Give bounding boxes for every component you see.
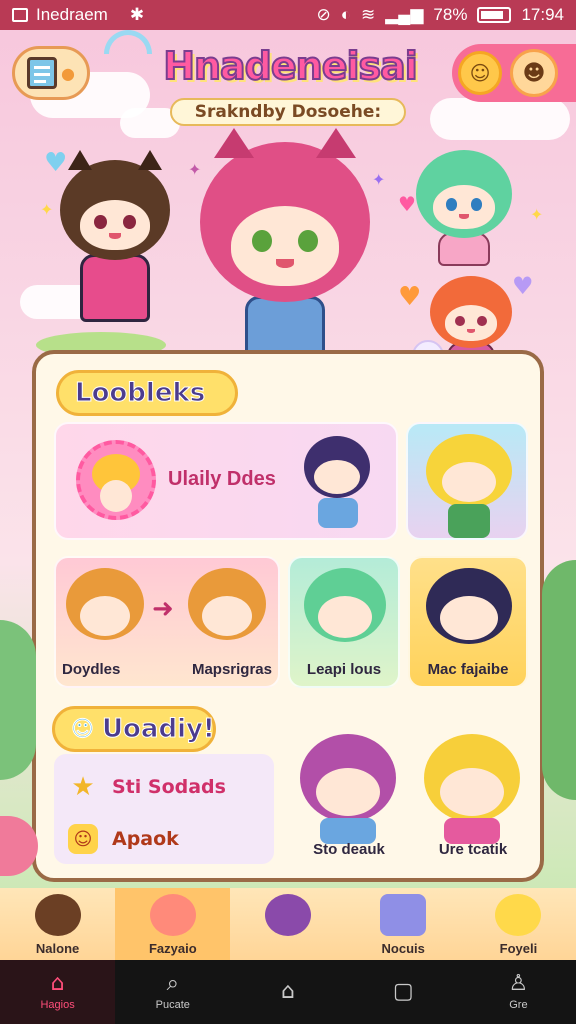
sparkle-icon: ✦ bbox=[372, 170, 386, 189]
nav-label: Gre bbox=[509, 999, 528, 1011]
nav-profile[interactable]: ♙ Gre bbox=[461, 960, 576, 1024]
dock-label: Nalone bbox=[35, 941, 80, 956]
battery-percent: 78% bbox=[433, 5, 468, 24]
dock-item-nalone[interactable]: Nalone bbox=[0, 888, 115, 960]
search-icon: ⌕ bbox=[166, 971, 179, 996]
status-app-name: Inedraem bbox=[36, 5, 108, 24]
daily-button-2[interactable]: ☺ Apaok bbox=[58, 816, 276, 862]
card-label: Ure tcatik bbox=[438, 841, 508, 858]
daily-button-label: Sti Sodads bbox=[112, 776, 226, 798]
featured-character bbox=[304, 436, 370, 498]
menu-button[interactable]: ● bbox=[12, 46, 90, 100]
android-home-icon: ⌂ bbox=[281, 979, 295, 1004]
card-mac-fajaibe[interactable]: Mac fajaibe bbox=[408, 556, 528, 688]
recents-icon: ▢ bbox=[392, 979, 414, 1004]
bottom-navigation: ⌂ Hagios ⌕ Pucate ⌂ ▢ ♙ Gre bbox=[0, 960, 576, 1024]
arrow-right-icon: ➜ bbox=[152, 594, 174, 624]
header-actions: ☺ ☻ bbox=[452, 44, 576, 102]
sparkle-icon: ✦ bbox=[40, 200, 54, 219]
card-ure-tcatik[interactable]: Ure tcatik bbox=[414, 720, 532, 866]
daily-button-1[interactable]: ★ Sti Sodads bbox=[58, 764, 276, 810]
status-bar: Inedraem ✱ ⊘ ◐ ≋ ▂▄▆ 78% 17:94 bbox=[0, 0, 576, 30]
dock-item-foyeli[interactable]: Foyeli bbox=[461, 888, 576, 960]
featured-label: Ulaily Ddes bbox=[168, 468, 276, 490]
usb-icon: ✱ bbox=[129, 5, 145, 24]
nav-label: Hagios bbox=[40, 999, 75, 1011]
dock-avatar bbox=[265, 894, 311, 936]
featured-card[interactable]: Ulaily Ddes bbox=[54, 422, 398, 540]
bush-decoration bbox=[0, 620, 36, 780]
dock-label: Nocuis bbox=[381, 941, 425, 956]
nav-label: Pucate bbox=[155, 999, 190, 1011]
mute-icon: ⊘ bbox=[316, 5, 331, 24]
heart-icon: ♥ bbox=[512, 272, 534, 300]
app-title: Hnadeneisai bbox=[162, 43, 419, 89]
wifi-icon: ≋ bbox=[360, 5, 376, 24]
card-sto-deauk[interactable]: Sto deauk bbox=[290, 720, 408, 866]
chat-icon: ● bbox=[61, 63, 75, 83]
notebook-icon bbox=[380, 894, 427, 936]
sparkle-icon: ✦ bbox=[530, 205, 544, 224]
smiley-coin-button[interactable]: ☺ bbox=[458, 51, 502, 95]
lookbooks-section-title: Loobleks bbox=[56, 370, 238, 416]
heart-icon: ♥ bbox=[398, 192, 416, 216]
gift-icon: ☺ bbox=[68, 824, 98, 854]
dock-item-fazyaio[interactable]: Fazyaio bbox=[115, 888, 231, 960]
character-brown-hair[interactable] bbox=[60, 150, 170, 322]
dock-avatar bbox=[34, 894, 81, 936]
card-label: Mapsrigras bbox=[191, 661, 272, 678]
card-label: Sto deauk bbox=[313, 841, 385, 858]
nav-search[interactable]: ⌕ Pucate bbox=[115, 960, 230, 1024]
signal-icon: ▂▄▆ bbox=[385, 5, 424, 24]
featured-avatar bbox=[76, 440, 156, 520]
dnd-icon: ◐ bbox=[340, 5, 351, 24]
character-pink-hair-main[interactable] bbox=[200, 128, 370, 358]
heart-icon: ♥ bbox=[398, 282, 422, 312]
card-leapi-lous[interactable]: Leapi lous bbox=[288, 556, 400, 688]
nav-android-home[interactable]: ⌂ bbox=[230, 960, 345, 1024]
dock-item-purple[interactable] bbox=[230, 888, 345, 960]
dock-label: Fazyaio bbox=[148, 941, 197, 956]
card-label: Doydles bbox=[62, 661, 121, 678]
nav-recents[interactable]: ▢ bbox=[346, 960, 461, 1024]
nav-home[interactable]: ⌂ Hagios bbox=[0, 960, 116, 1024]
character-dock: Nalone Fazyaio Nocuis Foyeli bbox=[0, 888, 576, 960]
dock-label: Foyeli bbox=[499, 941, 538, 956]
star-icon: ★ bbox=[71, 772, 95, 802]
daily-title-text: Uoadiy! bbox=[101, 714, 215, 745]
profile-icon: ♙ bbox=[508, 971, 529, 996]
battery-icon bbox=[477, 7, 512, 23]
daily-button-label: Apaok bbox=[112, 828, 179, 850]
dock-item-nocuis[interactable]: Nocuis bbox=[346, 888, 461, 960]
journal-icon bbox=[27, 57, 58, 89]
clock: 17:94 bbox=[521, 5, 564, 24]
app-subtitle: Srakndby Dosoehe: bbox=[170, 98, 406, 126]
card-label: Leapi lous bbox=[306, 661, 382, 678]
blonde-character-card[interactable] bbox=[406, 422, 528, 540]
smile-icon: ☺ bbox=[71, 716, 95, 742]
card-doydles[interactable]: ➜ Doydles Mapsrigras bbox=[54, 556, 280, 688]
notification-icon bbox=[12, 8, 28, 22]
main-panel: Loobleks Ulaily Ddes ➜ Doydles Mapsrigra… bbox=[32, 350, 544, 882]
dock-avatar bbox=[495, 894, 542, 936]
daily-section-title: ☺ Uoadiy! bbox=[52, 706, 216, 752]
dock-avatar bbox=[149, 894, 196, 936]
character-green-hair[interactable] bbox=[416, 150, 512, 266]
card-label: Mac fajaibe bbox=[427, 661, 509, 678]
cloud-decoration bbox=[430, 98, 570, 140]
bush-decoration bbox=[542, 560, 576, 800]
home-icon: ⌂ bbox=[50, 971, 65, 996]
profile-avatar-button[interactable]: ☻ bbox=[510, 49, 558, 97]
